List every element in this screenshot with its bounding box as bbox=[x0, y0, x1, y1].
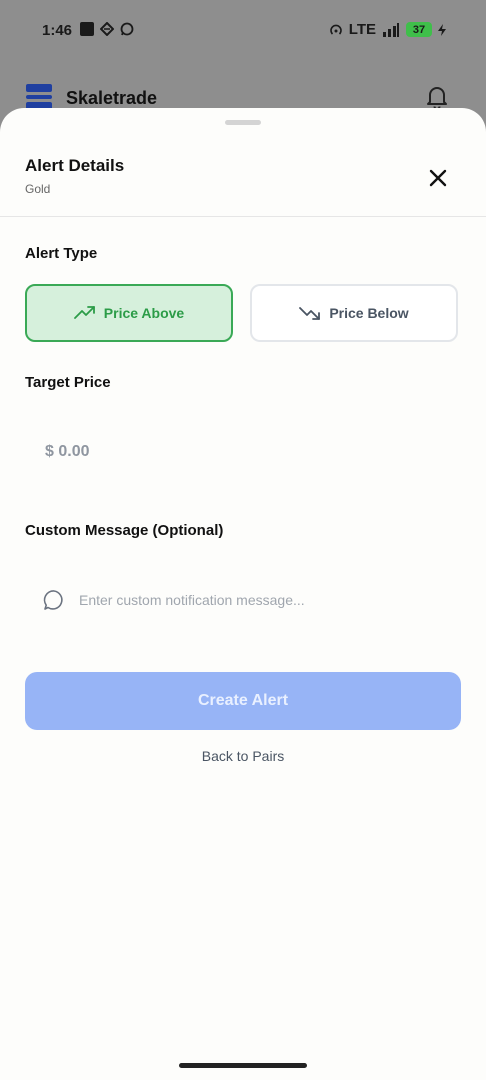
hotspot-icon bbox=[329, 24, 342, 35]
bell-icon[interactable] bbox=[424, 84, 450, 110]
skaletrade-logo bbox=[26, 84, 52, 110]
message-bubble-icon bbox=[43, 590, 63, 610]
diamond-app-icon bbox=[100, 22, 114, 36]
notification-icons bbox=[80, 22, 134, 36]
price-below-button[interactable]: Price Below bbox=[250, 284, 458, 342]
notification-app-icon bbox=[80, 22, 94, 36]
target-price-placeholder: $ 0.00 bbox=[45, 443, 90, 460]
price-below-label: Price Below bbox=[329, 305, 409, 321]
alert-details-sheet: Alert Details Gold Alert Type Price Abov… bbox=[0, 108, 486, 1080]
header-divider bbox=[0, 216, 486, 217]
close-icon bbox=[429, 169, 447, 187]
brand-name: Skaletrade bbox=[66, 88, 158, 108]
whatsapp-icon bbox=[120, 22, 134, 36]
sheet-drag-handle[interactable] bbox=[225, 120, 261, 125]
target-price-input[interactable]: $ 0.00 bbox=[25, 430, 461, 474]
create-alert-button[interactable]: Create Alert bbox=[25, 672, 461, 730]
price-above-label: Price Above bbox=[103, 305, 185, 321]
back-to-pairs-link[interactable]: Back to Pairs bbox=[0, 748, 486, 764]
network-type: LTE bbox=[348, 21, 376, 38]
trending-up-icon bbox=[73, 306, 95, 319]
trending-down-icon bbox=[299, 307, 321, 320]
status-bar: 1:46 LTE 37 bbox=[0, 0, 486, 60]
custom-message-input[interactable]: Enter custom notification message... bbox=[25, 578, 461, 622]
sheet-title: Alert Details bbox=[25, 156, 125, 175]
status-time: 1:46 bbox=[42, 22, 73, 39]
price-above-button[interactable]: Price Above bbox=[25, 284, 233, 342]
target-price-label: Target Price bbox=[25, 374, 111, 391]
alert-type-label: Alert Type bbox=[25, 245, 98, 262]
system-status-icons: LTE 37 bbox=[329, 21, 446, 38]
charging-icon bbox=[438, 23, 446, 36]
home-indicator[interactable] bbox=[179, 1063, 307, 1068]
battery-indicator: 37 bbox=[406, 22, 432, 37]
custom-message-label: Custom Message (Optional) bbox=[25, 522, 224, 539]
close-button[interactable] bbox=[420, 160, 456, 196]
signal-icon bbox=[383, 22, 399, 37]
custom-message-placeholder: Enter custom notification message... bbox=[79, 592, 305, 608]
sheet-subtitle: Gold bbox=[25, 182, 51, 196]
